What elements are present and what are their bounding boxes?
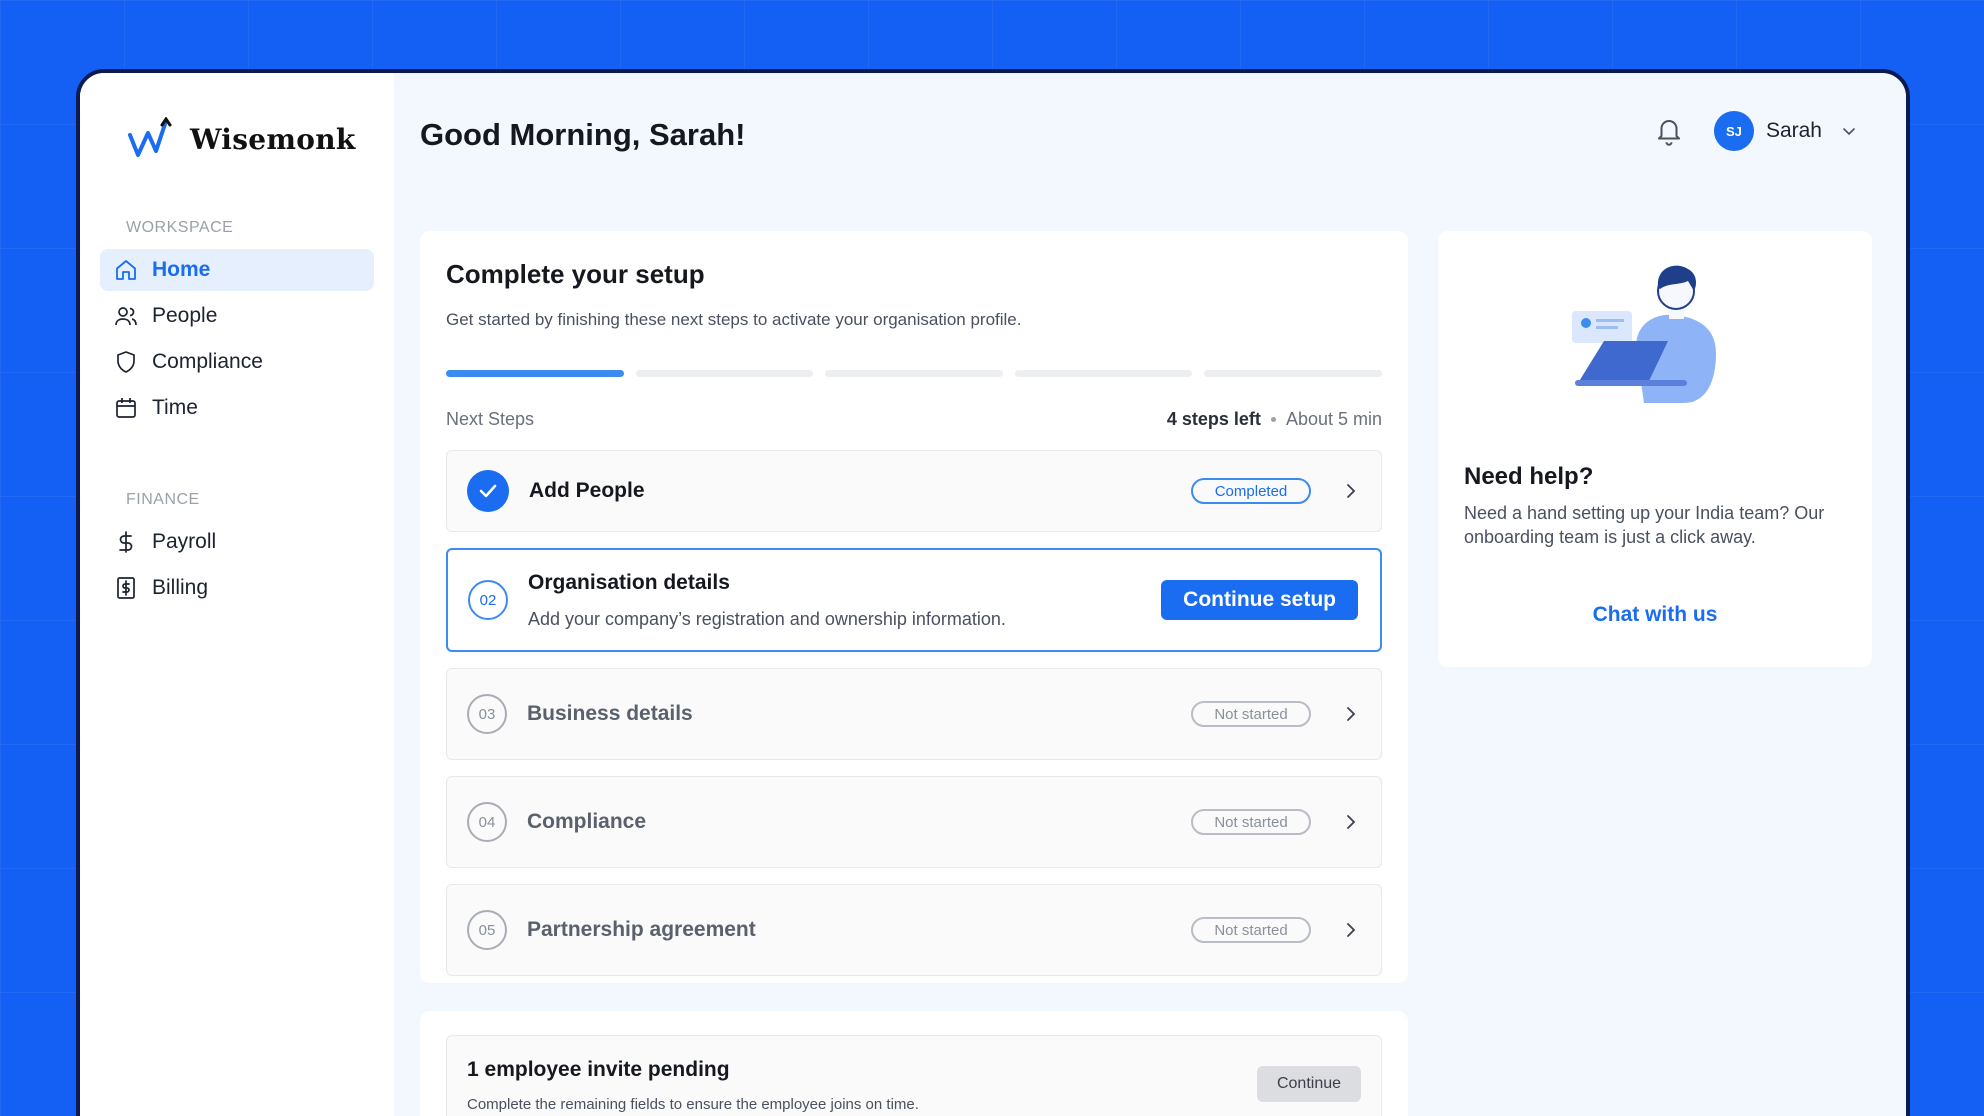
step-partnership-agreement[interactable]: 05 Partnership agreement Not started	[446, 884, 1382, 976]
step-body: Partnership agreement	[527, 918, 1191, 942]
help-text: Need a hand setting up your India team? …	[1464, 503, 1825, 547]
status-badge: Completed	[1191, 478, 1311, 504]
invite-card: 1 employee invite pending Complete the r…	[420, 1011, 1408, 1116]
step-title: Add People	[529, 479, 645, 502]
invite-title: 1 employee invite pending	[467, 1058, 730, 1081]
sidebar-item-compliance[interactable]: Compliance	[100, 341, 374, 383]
brand-name: Wisemonk	[190, 122, 356, 156]
shield-icon	[117, 351, 135, 373]
logo[interactable]: Wisemonk	[100, 111, 374, 167]
progress-segment	[1014, 370, 1193, 377]
continue-button[interactable]: Continue	[1257, 1066, 1361, 1102]
chat-with-us-link[interactable]: Chat with us	[1438, 603, 1872, 627]
step-organisation-details[interactable]: 02 Organisation details Add your company…	[446, 548, 1382, 652]
sidebar-item-home[interactable]: Home	[100, 249, 374, 291]
step-description: Add your company’s registration and owne…	[528, 608, 1006, 629]
setup-progress-bar	[446, 370, 1382, 377]
sidebar-item-label: People	[152, 304, 218, 327]
sidebar-item-label: Home	[152, 258, 211, 281]
page-title: Good Morning, Sarah!	[420, 117, 746, 152]
next-steps-label: Next Steps	[446, 409, 535, 429]
sidebar-item-payroll[interactable]: Payroll	[100, 521, 374, 563]
steps-meta: 4 steps left About 5 min	[1167, 409, 1382, 430]
step-compliance[interactable]: 04 Compliance Not started	[446, 776, 1382, 868]
workspace-nav: Home People Compliance Time	[100, 249, 374, 429]
sidebar-item-label: Payroll	[152, 530, 217, 553]
section-label-workspace: WORKSPACE	[126, 219, 234, 236]
step-number: 05	[467, 910, 507, 950]
section-label-finance: FINANCE	[126, 491, 200, 508]
invite-pending-panel: 1 employee invite pending Complete the r…	[446, 1035, 1382, 1116]
sidebar-item-label: Compliance	[152, 350, 263, 373]
chevron-right-icon[interactable]	[1341, 813, 1359, 831]
check-circle-icon	[467, 470, 509, 512]
step-business-details[interactable]: 03 Business details Not started	[446, 668, 1382, 760]
people-icon	[115, 307, 137, 326]
chevron-down-icon[interactable]	[1840, 122, 1858, 140]
progress-segment	[635, 370, 814, 377]
steps-header: Next Steps 4 steps left About 5 min	[446, 409, 1382, 430]
step-body: Organisation details Add your company’s …	[528, 571, 1161, 630]
status-badge: Not started	[1191, 809, 1311, 835]
sidebar-item-label: Time	[152, 396, 198, 419]
step-title: Organisation details	[528, 570, 730, 594]
help-card: Need help? Need a hand setting up your I…	[1438, 231, 1872, 667]
sidebar-item-label: Billing	[152, 576, 209, 599]
chevron-right-icon[interactable]	[1341, 482, 1359, 500]
dollar-icon	[119, 531, 133, 553]
user-area: SJ Sarah	[1654, 111, 1858, 151]
step-number: 03	[467, 694, 507, 734]
invite-description: Complete the remaining fields to ensure …	[467, 1096, 919, 1113]
sidebar-item-people[interactable]: People	[100, 295, 374, 337]
step-add-people[interactable]: Add People Completed	[446, 450, 1382, 532]
step-number: 02	[468, 580, 508, 620]
help-title: Need help?	[1464, 463, 1594, 490]
step-title: Compliance	[527, 810, 647, 833]
bell-icon[interactable]	[1654, 116, 1684, 146]
progress-segment	[1204, 370, 1382, 377]
user-name[interactable]: Sarah	[1766, 119, 1822, 143]
progress-segment	[825, 370, 1003, 377]
invoice-icon	[117, 577, 135, 599]
status-badge: Not started	[1191, 701, 1311, 727]
step-title: Business details	[527, 702, 693, 725]
setup-title: Complete your setup	[446, 259, 705, 289]
step-body: Add People	[529, 479, 1191, 503]
app-window: Wisemonk WORKSPACE Home People Complianc…	[76, 69, 1910, 1116]
step-title: Partnership agreement	[527, 918, 756, 941]
sidebar-item-time[interactable]: Time	[100, 387, 374, 429]
step-number: 04	[467, 802, 507, 842]
status-badge: Not started	[1191, 917, 1311, 943]
finance-nav: Payroll Billing	[100, 521, 374, 609]
chevron-right-icon[interactable]	[1341, 705, 1359, 723]
setup-card: Complete your setup Get started by finis…	[420, 231, 1408, 983]
wisemonk-logo-icon	[128, 117, 172, 157]
step-body: Business details	[527, 702, 1191, 726]
setup-subtitle: Get started by finishing these next step…	[446, 310, 1022, 329]
avatar[interactable]: SJ	[1713, 111, 1754, 151]
progress-segment	[446, 370, 624, 377]
support-agent-illustration	[1572, 265, 1716, 403]
step-body: Compliance	[527, 810, 1191, 834]
sidebar: Wisemonk WORKSPACE Home People Complianc…	[80, 73, 394, 1116]
separator-dot	[1270, 417, 1276, 422]
time-estimate: About 5 min	[1285, 409, 1382, 429]
chevron-right-icon[interactable]	[1341, 921, 1359, 939]
home-icon	[116, 260, 136, 280]
main-content: Good Morning, Sarah! SJ Sarah Complete y…	[394, 73, 1906, 1116]
sidebar-item-billing[interactable]: Billing	[100, 567, 374, 609]
continue-setup-button[interactable]: Continue setup	[1161, 580, 1358, 620]
calendar-icon	[116, 398, 136, 418]
steps-left: 4 steps left	[1166, 409, 1261, 429]
